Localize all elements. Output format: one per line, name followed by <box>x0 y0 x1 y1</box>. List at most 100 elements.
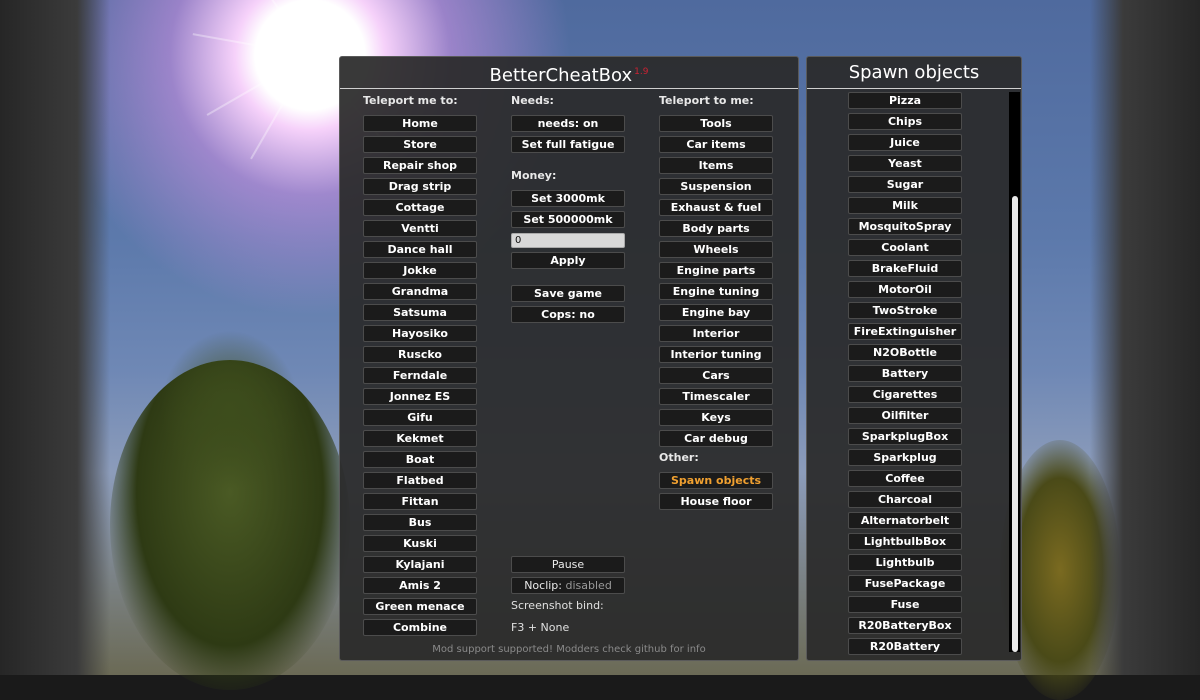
cops-toggle-button[interactable]: Cops: no <box>511 306 625 323</box>
teleport-to-me-button[interactable]: Car debug <box>659 430 773 447</box>
teleport-to-me-button[interactable]: Engine parts <box>659 262 773 279</box>
teleport-to-me-button[interactable]: Tools <box>659 115 773 132</box>
teleport-me-to-label: Teleport me to: <box>363 94 458 107</box>
spawn-item-button[interactable]: Charcoal <box>848 491 962 508</box>
set-500000-button[interactable]: Set 500000mk <box>511 211 625 228</box>
teleport-to-me-button[interactable]: Suspension <box>659 178 773 195</box>
spawn-item-button[interactable]: Sparkplug <box>848 449 962 466</box>
spawn-objects-panel: Spawn objects Pizza Chips Juice Yeast Sugar M… <box>806 56 1022 661</box>
spawn-item-button[interactable]: Alternatorbelt <box>848 512 962 529</box>
needs-label: Needs: <box>511 94 554 107</box>
footer-note: Mod support supported! Modders check git… <box>432 644 706 655</box>
spawn-panel-title: Spawn objects <box>807 57 1021 89</box>
teleport-me-button[interactable]: Ventti <box>363 220 477 237</box>
teleport-me-button[interactable]: Fittan <box>363 493 477 510</box>
spawn-item-button[interactable]: R20BatteryBox <box>848 617 962 634</box>
teleport-me-button[interactable]: Combine <box>363 619 477 636</box>
teleport-to-me-button[interactable]: Interior tuning <box>659 346 773 363</box>
teleport-to-me-button[interactable]: Interior <box>659 325 773 342</box>
spawn-item-button[interactable]: Coffee <box>848 470 962 487</box>
spawn-item-button[interactable]: Juice <box>848 134 962 151</box>
teleport-me-button[interactable]: Green menace <box>363 598 477 615</box>
teleport-to-me-button[interactable]: Keys <box>659 409 773 426</box>
spawn-item-button[interactable]: Coolant <box>848 239 962 256</box>
noclip-state: disabled <box>565 579 612 592</box>
teleport-me-button[interactable]: Drag strip <box>363 178 477 195</box>
teleport-me-button[interactable]: Boat <box>363 451 477 468</box>
teleport-me-button[interactable]: Cottage <box>363 199 477 216</box>
other-label: Other: <box>659 451 699 464</box>
noclip-button[interactable]: Noclip: disabled <box>511 577 625 594</box>
spawn-item-button[interactable]: Milk <box>848 197 962 214</box>
full-fatigue-button[interactable]: Set full fatigue <box>511 136 625 153</box>
teleport-me-button[interactable]: Bus <box>363 514 477 531</box>
teleport-to-me-button[interactable]: Body parts <box>659 220 773 237</box>
spawn-item-button[interactable]: BrakeFluid <box>848 260 962 277</box>
right-vignette <box>1090 0 1200 675</box>
teleport-me-button[interactable]: Dance hall <box>363 241 477 258</box>
house-floor-button[interactable]: House floor <box>659 493 773 510</box>
spawn-item-button[interactable]: Pizza <box>848 92 962 109</box>
spawn-item-button[interactable]: Cigarettes <box>848 386 962 403</box>
spawn-item-button[interactable]: MotorOil <box>848 281 962 298</box>
panel-title-text: BetterCheatBox <box>489 65 633 86</box>
cheat-box-panel: BetterCheatBox 1.9 Teleport me to: Home St… <box>339 56 799 661</box>
teleport-me-button[interactable]: Amis 2 <box>363 577 477 594</box>
teleport-me-button[interactable]: Jonnez ES <box>363 388 477 405</box>
screenshot-bind-value[interactable]: F3 + None <box>511 621 569 634</box>
teleport-me-button[interactable]: Home <box>363 115 477 132</box>
teleport-to-me-button[interactable]: Engine bay <box>659 304 773 321</box>
spawn-item-button[interactable]: Lightbulb <box>848 554 962 571</box>
apply-money-button[interactable]: Apply <box>511 252 625 269</box>
teleport-to-me-button[interactable]: Car items <box>659 136 773 153</box>
teleport-me-button[interactable]: Kuski <box>363 535 477 552</box>
spawn-item-button[interactable]: Yeast <box>848 155 962 172</box>
teleport-me-button[interactable]: Kylajani <box>363 556 477 573</box>
teleport-to-me-button[interactable]: Cars <box>659 367 773 384</box>
spawn-item-button[interactable]: Oilfilter <box>848 407 962 424</box>
spawn-item-button[interactable]: N2OBottle <box>848 344 962 361</box>
spawn-item-button[interactable]: SparkplugBox <box>848 428 962 445</box>
spawn-item-button[interactable]: TwoStroke <box>848 302 962 319</box>
teleport-me-button[interactable]: Satsuma <box>363 304 477 321</box>
teleport-me-button[interactable]: Repair shop <box>363 157 477 174</box>
spawn-item-button[interactable]: LightbulbBox <box>848 533 962 550</box>
teleport-me-button[interactable]: Ferndale <box>363 367 477 384</box>
spawn-item-button[interactable]: FireExtinguisher <box>848 323 962 340</box>
money-input[interactable]: 0 <box>511 233 625 248</box>
teleport-me-button[interactable]: Hayosiko <box>363 325 477 342</box>
save-game-button[interactable]: Save game <box>511 285 625 302</box>
teleport-me-button[interactable]: Flatbed <box>363 472 477 489</box>
spawn-item-button[interactable]: Chips <box>848 113 962 130</box>
teleport-me-button[interactable]: Gifu <box>363 409 477 426</box>
teleport-me-button[interactable]: Store <box>363 136 477 153</box>
noclip-label: Noclip: <box>524 579 562 592</box>
teleport-to-me-button[interactable]: Engine tuning <box>659 283 773 300</box>
spawn-scrollbar-thumb[interactable] <box>1012 196 1018 652</box>
teleport-me-button[interactable]: Grandma <box>363 283 477 300</box>
tree-left-top <box>160 330 300 490</box>
spawn-item-button[interactable]: Battery <box>848 365 962 382</box>
teleport-to-me-button[interactable]: Wheels <box>659 241 773 258</box>
pause-button[interactable]: Pause <box>511 556 625 573</box>
teleport-to-me-button[interactable]: Timescaler <box>659 388 773 405</box>
set-3000-button[interactable]: Set 3000mk <box>511 190 625 207</box>
money-label: Money: <box>511 169 557 182</box>
teleport-me-button[interactable]: Jokke <box>363 262 477 279</box>
teleport-to-me-label: Teleport to me: <box>659 94 754 107</box>
spawn-item-button[interactable]: Sugar <box>848 176 962 193</box>
teleport-me-button[interactable]: Ruscko <box>363 346 477 363</box>
teleport-me-button[interactable]: Kekmet <box>363 430 477 447</box>
left-vignette <box>0 0 110 675</box>
spawn-item-button[interactable]: MosquitoSpray <box>848 218 962 235</box>
screenshot-bind-label: Screenshot bind: <box>511 599 604 612</box>
version-label: 1.9 <box>634 67 649 77</box>
spawn-item-button[interactable]: R20Battery <box>848 638 962 655</box>
teleport-to-me-button[interactable]: Exhaust & fuel <box>659 199 773 216</box>
teleport-to-me-button[interactable]: Items <box>659 157 773 174</box>
spawn-item-button[interactable]: Fuse <box>848 596 962 613</box>
panel-title: BetterCheatBox 1.9 <box>340 57 798 89</box>
needs-toggle-button[interactable]: needs: on <box>511 115 625 132</box>
spawn-item-button[interactable]: FusePackage <box>848 575 962 592</box>
spawn-objects-button[interactable]: Spawn objects <box>659 472 773 489</box>
